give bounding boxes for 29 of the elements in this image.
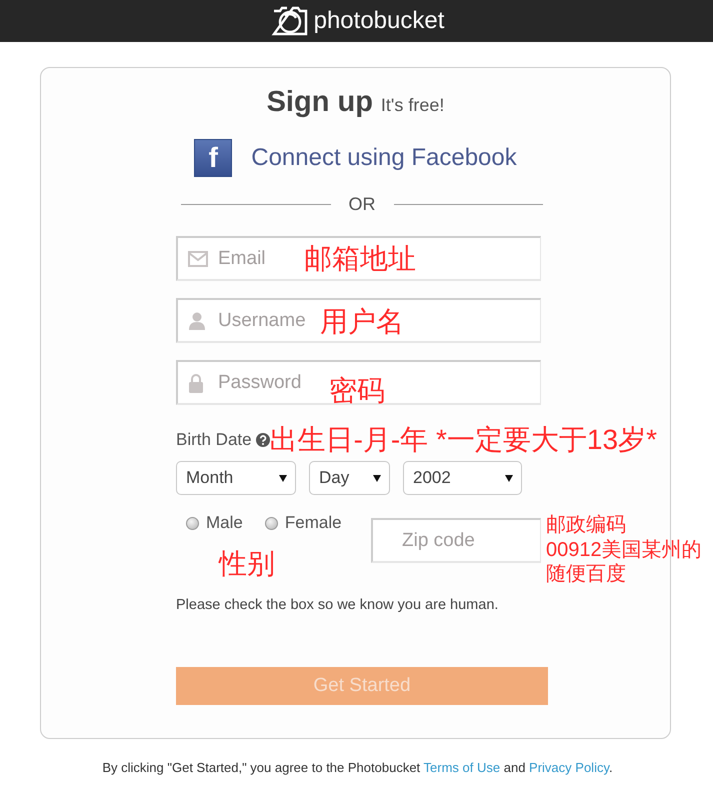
annotation-text: 出生日-月-年 *一定要大于13岁* [270,424,657,456]
lock-icon [188,372,204,392]
captcha-note: Please check the box so we know you are human. [176,598,500,613]
signup-title: Sign up [266,85,373,120]
envelope-icon [188,250,208,266]
caret-icon [279,474,287,482]
user-icon [188,312,206,330]
zip-code-field[interactable]: Zip code [371,518,541,563]
annotation-text: 密码 [329,374,385,407]
facebook-connect-link[interactable]: f Connect using Facebook [194,139,517,177]
signup-subtitle: It's free! [380,95,444,116]
year-select[interactable]: 2002 [403,461,522,495]
birth-date-label: Birth Date [176,430,252,450]
help-icon[interactable] [256,433,270,447]
caret-icon [505,474,513,482]
annotation-text: 邮箱地址 [304,242,416,275]
caret-icon [373,474,381,482]
or-divider-text: OR [348,195,376,213]
annotation-text: 性别 [219,548,275,580]
camera-logo-icon [270,6,309,36]
gender-radio-option[interactable]: Male [186,513,243,533]
facebook-logo-icon: f [194,139,232,177]
gender-radio-option[interactable]: Female [264,513,342,533]
terms-notice: By clicking "Get Started," you agree to the Photobucket Terms of Use and Privacy Policy. [101,760,614,775]
logo-text: photobucket [314,6,444,36]
annotation-text: 用户名 [320,305,404,338]
month-select[interactable]: Month [176,461,296,495]
annotation-text: 邮政编码 00912美国某州的 随便百度 [546,513,702,586]
day-select[interactable]: Day [309,461,390,495]
